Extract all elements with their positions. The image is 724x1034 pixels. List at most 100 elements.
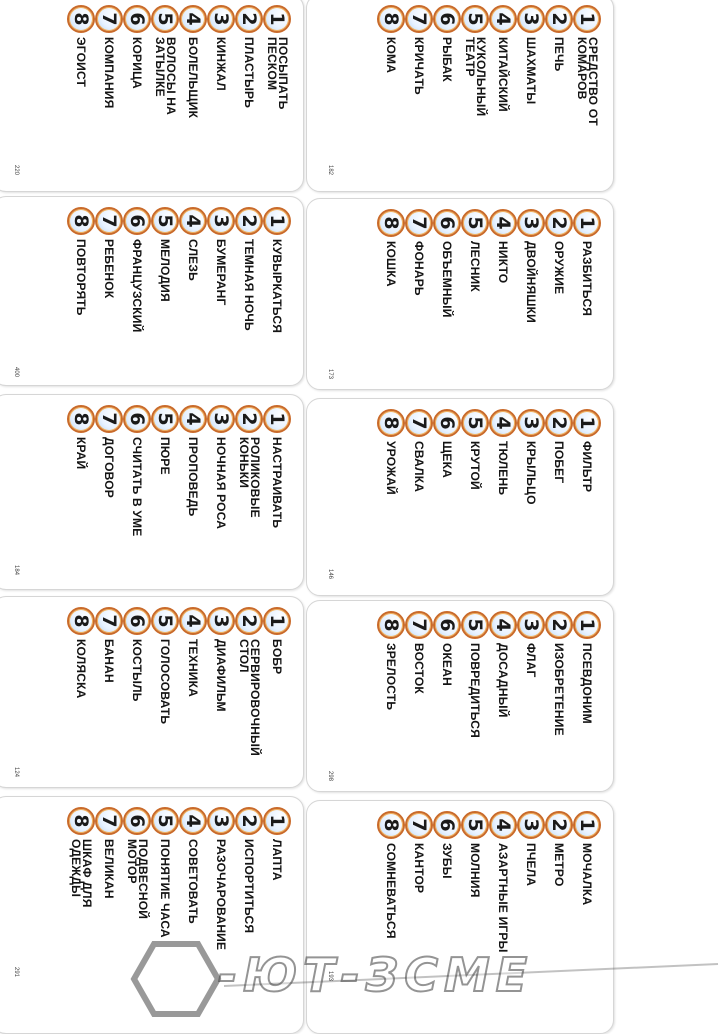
number-badge: 5	[461, 811, 489, 839]
word-text: МОЛНИЯ	[468, 843, 483, 898]
number-badge: 3	[207, 405, 235, 433]
word-row: 3 КРЫЛЬЦО	[517, 409, 545, 587]
word-row: 2 РОЛИКОВЫЕ КОНЬКИ	[235, 405, 263, 581]
number-badge: 8	[67, 807, 95, 835]
word-text: РОЛИКОВЫЕ КОНЬКИ	[237, 437, 262, 518]
word-row: 6 ОБЪЕМНЫЙ	[433, 209, 461, 381]
word-text: ШАХМАТЫ	[524, 37, 539, 105]
word-text: ПЮРЕ	[158, 437, 173, 475]
word-text: ФОНАРЬ	[412, 241, 427, 296]
word-row: 1 БОБР	[263, 607, 291, 779]
word-text: ПЛАСТЫРЬ	[242, 37, 257, 109]
number-badge: 1	[263, 807, 291, 835]
word-row: 8 ЗРЕЛОСТЬ	[377, 611, 405, 783]
number-badge: 2	[545, 409, 573, 437]
word-list: 1 БОБР 2 СЕРВИРОВОЧНЫЙ СТОЛ 3 ДИАФИЛЬМ 4 ТЕХНИК…	[67, 607, 291, 779]
word-text: ДОГОВОР	[102, 437, 117, 498]
word-text: КИНЖАЛ	[214, 37, 229, 91]
word-row: 3 НОЧНАЯ РОСА	[207, 405, 235, 581]
number-badge: 7	[405, 5, 433, 33]
word-text: ФРАНЦУЗСКИЙ	[130, 239, 145, 333]
number-badge: 6	[123, 607, 151, 635]
word-text: ОРУЖИЕ	[552, 241, 567, 295]
word-row: 4 БОЛЕЛЬЩИК	[179, 5, 207, 183]
number-badge: 7	[95, 607, 123, 635]
word-row: 5 ПЮРЕ	[151, 405, 179, 581]
word-row: 3 КИНЖАЛ	[207, 5, 235, 183]
word-row: 1 ПСЕВДОНИМ	[573, 611, 601, 783]
number-badge: 4	[489, 209, 517, 237]
number-badge: 7	[405, 611, 433, 639]
word-row: 6 ЩЕКА	[433, 409, 461, 587]
word-text: СРЕДСТВО ОТ КОМАРОВ	[575, 37, 600, 126]
word-text: КОЛЯСКА	[74, 639, 89, 699]
number-badge: 4	[179, 5, 207, 33]
word-row: 2 ПЛАСТЫРЬ	[235, 5, 263, 183]
card-content: 1 ПСЕВДОНИМ 2 ИЗОБРЕТЕНИЕ 3 ФЛАГ 4 ДОСАДНЫЙ 5 ПОВ…	[307, 601, 613, 791]
word-row: 7 ДОГОВОР	[95, 405, 123, 581]
number-badge: 8	[377, 611, 405, 639]
word-row: 3 ДИАФИЛЬМ	[207, 607, 235, 779]
word-list: 1 СРЕДСТВО ОТ КОМАРОВ 2 ПЕЧЬ 3 ШАХМАТЫ 4 КИТАЙС…	[377, 5, 601, 183]
number-badge: 7	[95, 207, 123, 235]
word-row: 4 НИКТО	[489, 209, 517, 381]
word-row: 5 КУКОЛЬНЫЙ ТЕАТР	[461, 5, 489, 183]
word-text: ПОВТОРЯТЬ	[74, 239, 89, 316]
word-row: 3 ШАХМАТЫ	[517, 5, 545, 183]
word-row: 7 ВЕЛИКАН	[95, 807, 123, 1025]
word-row: 7 РЕБЕНОК	[95, 207, 123, 377]
number-badge: 4	[489, 409, 517, 437]
number-badge: 4	[489, 811, 517, 839]
number-badge: 6	[123, 5, 151, 33]
number-badge: 2	[545, 611, 573, 639]
word-text: ВОСТОК	[412, 643, 427, 694]
word-row: 2 СЕРВИРОВОЧНЫЙ СТОЛ	[235, 607, 263, 779]
word-text: СОВЕТОВАТЬ	[186, 839, 201, 924]
word-card: 1 БОБР 2 СЕРВИРОВОЧНЫЙ СТОЛ 3 ДИАФИЛЬМ 4 ТЕХНИК…	[0, 596, 304, 788]
word-text: КРИЧАТЬ	[412, 37, 427, 95]
number-badge: 7	[95, 405, 123, 433]
word-row: 2 ПЕЧЬ	[545, 5, 573, 183]
word-text: ПОДВЕСНОЙ МОТОР	[125, 839, 150, 920]
card-content: 1 ПОСЫПАТЬ ПЕСКОМ 2 ПЛАСТЫРЬ 3 КИНЖАЛ 4 БОЛЕЛЬЩ…	[0, 0, 303, 191]
card-content: 1 КУВЫРКАТЬСЯ 2 ТЕМНАЯ НОЧЬ 3 БУМЕРАНГ 4 СЛЕЗЬ 5…	[0, 197, 303, 385]
word-card: 1 ПОСЫПАТЬ ПЕСКОМ 2 ПЛАСТЫРЬ 3 КИНЖАЛ 4 БОЛЕЛЬЩ…	[0, 0, 304, 192]
word-row: 8 КОЛЯСКА	[67, 607, 95, 779]
word-row: 4 СЛЕЗЬ	[179, 207, 207, 377]
word-row: 8 КРАЙ	[67, 405, 95, 581]
word-text: ПОНЯТИЕ ЧАСА	[158, 839, 173, 938]
word-row: 4 ПРОПОВЕДЬ	[179, 405, 207, 581]
word-text: ИСПОРТИТЬСЯ	[242, 839, 257, 934]
card-number: 146	[327, 569, 333, 580]
word-row: 7 СВАЛКА	[405, 409, 433, 587]
number-badge: 8	[377, 811, 405, 839]
word-card: 1 СРЕДСТВО ОТ КОМАРОВ 2 ПЕЧЬ 3 ШАХМАТЫ 4 КИТАЙС…	[306, 0, 614, 192]
number-badge: 1	[263, 405, 291, 433]
card-content: 1 НАСТРАИВАТЬ 2 РОЛИКОВЫЕ КОНЬКИ 3 НОЧНАЯ РОС…	[0, 395, 303, 589]
word-text: ФЛАГ	[524, 643, 539, 678]
number-badge: 2	[235, 405, 263, 433]
word-text: ПЧЕЛА	[524, 843, 539, 887]
word-text: КОМА	[384, 37, 399, 74]
word-text: КРЫЛЬЦО	[524, 441, 539, 505]
number-badge: 2	[235, 5, 263, 33]
word-row: 5 ЛЕСНИК	[461, 209, 489, 381]
word-text: КОМПАНИЯ	[102, 37, 117, 109]
word-row: 3 ДВОЙНЯШКИ	[517, 209, 545, 381]
number-badge: 5	[461, 611, 489, 639]
number-badge: 6	[433, 811, 461, 839]
word-row: 4 ДОСАДНЫЙ	[489, 611, 517, 783]
word-row: 2 ИЗОБРЕТЕНИЕ	[545, 611, 573, 783]
word-text: БУМЕРАНГ	[214, 239, 229, 306]
word-text: КУКОЛЬНЫЙ ТЕАТР	[463, 37, 488, 117]
word-text: РАЗБИТЬСЯ	[580, 241, 595, 317]
word-text: ТЮЛЕНЬ	[496, 441, 511, 496]
word-text: БАНАН	[102, 639, 117, 683]
card-content: 1 СРЕДСТВО ОТ КОМАРОВ 2 ПЕЧЬ 3 ШАХМАТЫ 4 КИТАЙС…	[307, 0, 613, 191]
number-badge: 1	[573, 209, 601, 237]
word-text: КОРИЦА	[130, 37, 145, 89]
word-row: 7 БАНАН	[95, 607, 123, 779]
number-badge: 6	[123, 207, 151, 235]
number-badge: 8	[67, 5, 95, 33]
word-row: 1 КУВЫРКАТЬСЯ	[263, 207, 291, 377]
